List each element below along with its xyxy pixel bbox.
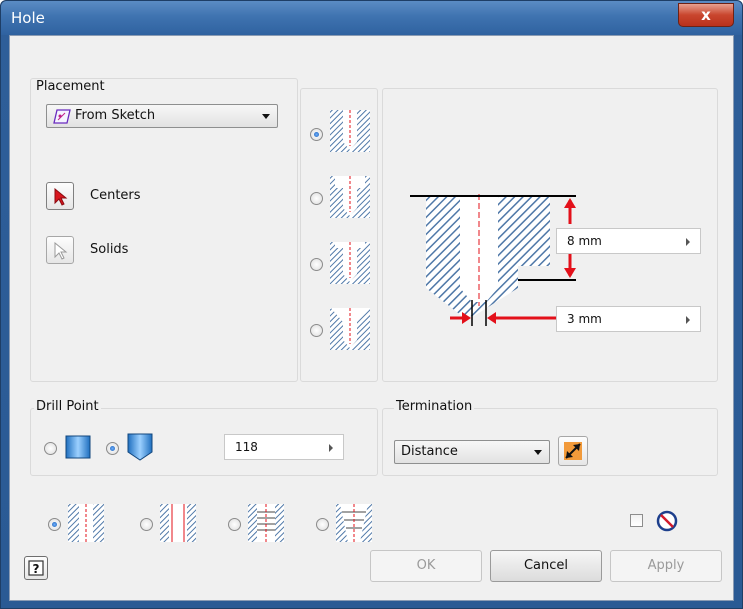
close-button[interactable]: x <box>678 3 734 27</box>
thread-type-clearance-radio[interactable] <box>140 518 153 531</box>
depth-input[interactable]: 8 mm <box>556 228 701 254</box>
flyout-arrow-icon <box>686 238 690 246</box>
termination-group-label: Termination <box>394 399 475 414</box>
depth-value: 8 mm <box>567 234 602 248</box>
diameter-input[interactable]: 3 mm <box>556 306 701 332</box>
hole-type-countersink-radio[interactable] <box>310 324 323 337</box>
drill-point-angle-input[interactable]: 118 <box>224 434 344 460</box>
cursor-arrow-outline-icon <box>54 242 68 260</box>
hole-type-spotface-radio[interactable] <box>310 258 323 271</box>
drill-point-angle-value: 118 <box>235 440 258 454</box>
solids-select-button[interactable] <box>46 236 74 264</box>
counterbore-hole-icon <box>330 176 370 218</box>
flyout-arrow-icon <box>686 316 690 324</box>
help-icon: ? <box>28 560 44 576</box>
clearance-hole-type-icon <box>160 504 196 542</box>
thread-type-tapped-radio[interactable] <box>228 518 241 531</box>
hole-type-counterbore-radio[interactable] <box>310 192 323 205</box>
taper-tapped-hole-type-icon <box>336 504 372 542</box>
preview-checkbox[interactable] <box>630 514 643 527</box>
countersink-hole-icon <box>330 308 370 350</box>
thread-type-simple-radio[interactable] <box>48 518 61 531</box>
simple-hole-icon <box>330 110 370 152</box>
flat-drill-point-icon <box>65 435 91 459</box>
hole-dialog: Hole x Placement From Sketch Centers Sol… <box>0 0 743 609</box>
sketch-icon <box>53 109 71 124</box>
thread-type-taper-radio[interactable] <box>316 518 329 531</box>
apply-button[interactable]: Apply <box>610 550 722 582</box>
termination-combo-value: Distance <box>401 444 458 459</box>
tapped-hole-type-icon <box>248 504 284 542</box>
centers-label: Centers <box>90 188 141 203</box>
spotface-hole-icon <box>330 242 370 284</box>
dialog-body: Placement From Sketch Centers Solids 8 m… <box>9 35 734 601</box>
centers-select-button[interactable] <box>46 182 74 210</box>
drill-point-flat-radio[interactable] <box>44 442 57 455</box>
diameter-value: 3 mm <box>567 312 602 326</box>
svg-text:?: ? <box>33 562 40 576</box>
flip-direction-icon <box>564 442 582 460</box>
ok-button[interactable]: OK <box>370 550 482 582</box>
termination-combo[interactable]: Distance <box>394 440 550 464</box>
placement-combo-value: From Sketch <box>75 108 156 123</box>
flyout-arrow-icon <box>329 444 333 452</box>
help-button[interactable]: ? <box>24 556 48 580</box>
dialog-title: Hole <box>11 9 45 27</box>
no-preview-icon[interactable] <box>656 510 678 532</box>
hole-type-simple-radio[interactable] <box>310 128 323 141</box>
cancel-button[interactable]: Cancel <box>490 550 602 582</box>
chevron-down-icon <box>262 114 270 119</box>
angled-drill-point-icon <box>127 433 153 461</box>
solids-label: Solids <box>90 242 129 257</box>
title-bar[interactable]: Hole x <box>1 1 742 35</box>
flip-direction-button[interactable] <box>558 436 588 466</box>
drill-point-angle-radio[interactable] <box>106 442 119 455</box>
placement-combo[interactable]: From Sketch <box>46 104 278 128</box>
drill-point-group-label: Drill Point <box>34 399 101 414</box>
simple-hole-type-icon <box>68 504 104 542</box>
cursor-arrow-icon <box>54 188 68 206</box>
placement-group-label: Placement <box>34 79 107 94</box>
chevron-down-icon <box>534 450 542 455</box>
